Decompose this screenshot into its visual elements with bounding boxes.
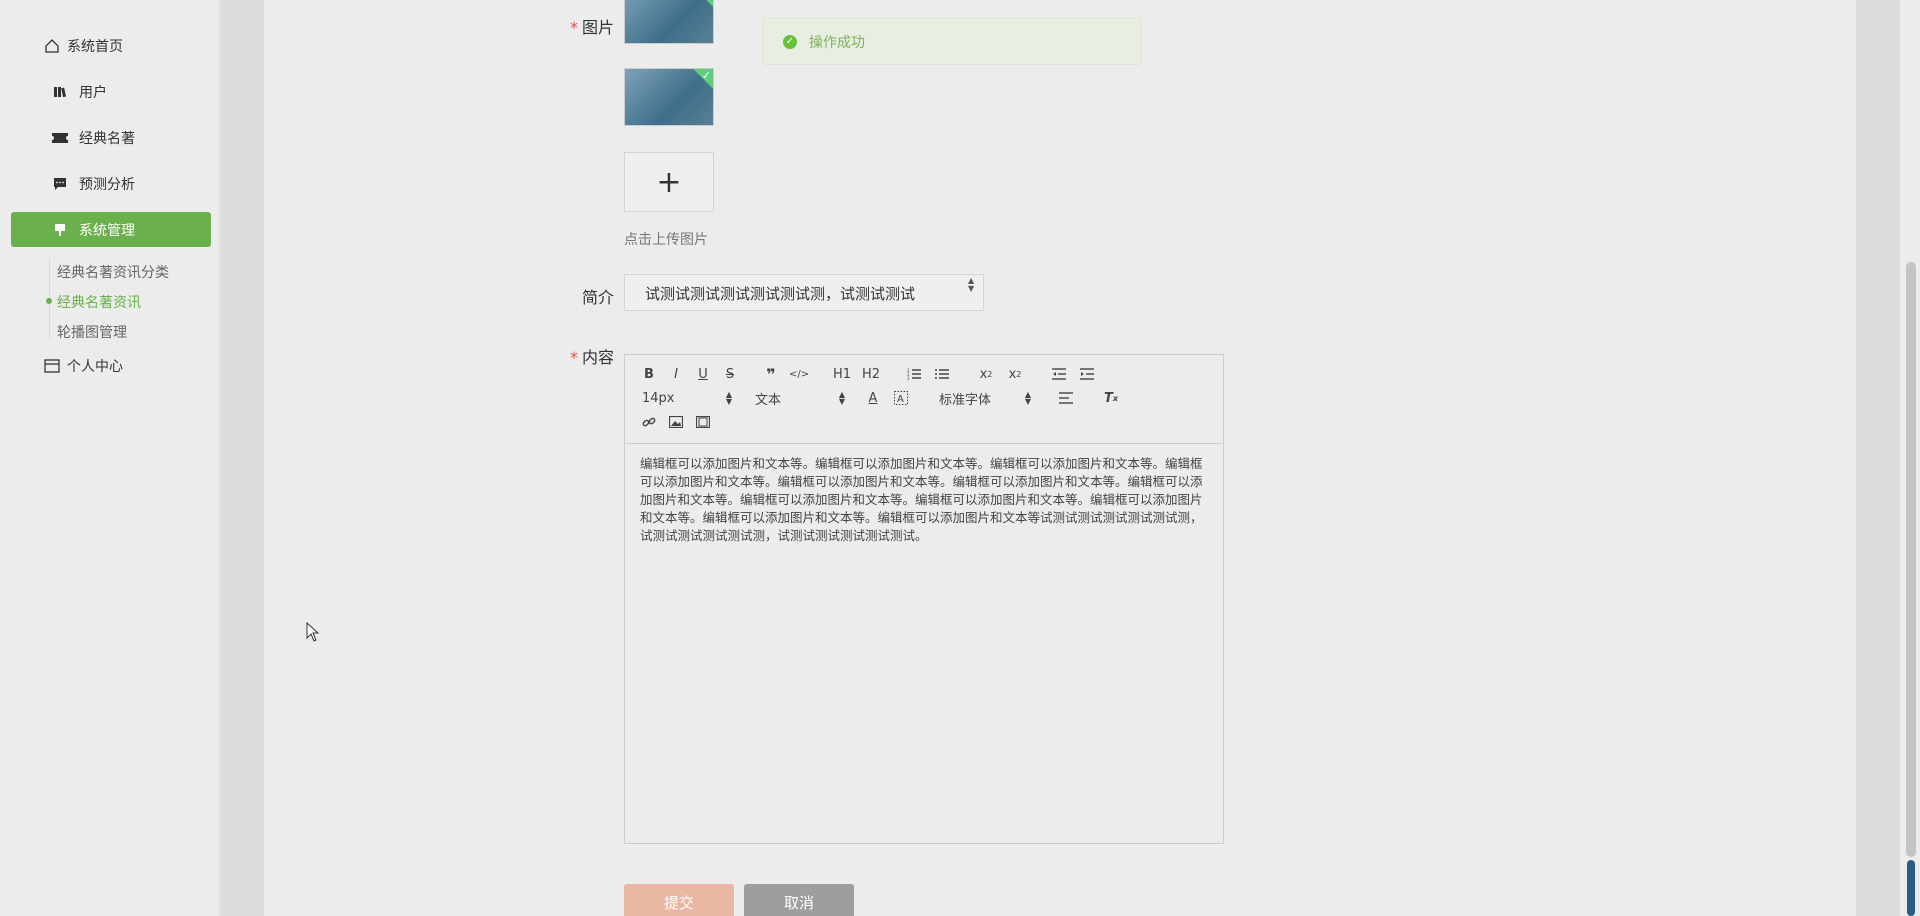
cancel-button[interactable]: 取消 [744, 884, 854, 916]
sidebar-item-label: 系统首页 [67, 38, 123, 55]
outdent-icon[interactable] [1051, 365, 1067, 383]
chat-icon [51, 175, 69, 193]
sidebar: 系统首页 用户 经典名著 预测分析 系统管理 经典名著资讯分类 经典名著资讯 轮… [0, 0, 219, 916]
content-label-text: 内容 [581, 348, 614, 367]
editor-content[interactable]: 编辑框可以添加图片和文本等。编辑框可以添加图片和文本等。编辑框可以添加图片和文本… [640, 455, 1210, 545]
rich-text-editor: B I U S ❞ </> H1 H2 123 x2 x2 14px ▲ ▼ 文本… [624, 354, 1224, 844]
link-icon[interactable] [641, 413, 657, 431]
font-size-value: 14px [642, 390, 675, 406]
ordered-list-icon[interactable]: 123 [906, 365, 922, 383]
intro-textarea[interactable]: 试测试测试测试测试测试测，试测试测试 [624, 274, 984, 311]
sidebar-item-label: 系统管理 [79, 222, 135, 239]
sidebar-item-label: 个人中心 [67, 358, 123, 375]
intro-label: 简介 [581, 288, 614, 307]
submenu-item-news[interactable]: 经典名著资讯 [57, 292, 141, 312]
upload-hint: 点击上传图片 [624, 232, 708, 248]
content-label: * 内容 [534, 344, 614, 368]
scrollbar-end [1907, 860, 1915, 916]
svg-text:3: 3 [907, 376, 910, 380]
sidebar-item-personal[interactable]: 个人中心 [11, 348, 211, 383]
sidebar-item-user[interactable]: 用户 [11, 74, 211, 109]
strike-button[interactable]: S [722, 365, 738, 383]
sidebar-item-label: 预测分析 [79, 176, 135, 193]
uploaded-corner [693, 0, 713, 7]
required-mark: * [569, 18, 578, 37]
plus-icon: + [656, 164, 682, 200]
select-arrows-icon: ▲ ▼ [1024, 390, 1031, 406]
active-dot [46, 298, 52, 304]
pin-icon [51, 221, 69, 239]
text-type-select[interactable]: 文本 ▲ ▼ [755, 389, 845, 408]
sidebar-item-label: 用户 [79, 84, 107, 101]
bold-button[interactable]: B [641, 365, 657, 383]
mouse-cursor-icon [306, 621, 320, 646]
success-icon: ✓ [783, 34, 797, 49]
submenu-item-carousel[interactable]: 轮播图管理 [57, 322, 127, 342]
required-mark: * [569, 348, 578, 367]
image-label-text: 图片 [581, 18, 614, 37]
indent-icon[interactable] [1079, 365, 1095, 383]
code-icon[interactable]: </> [789, 365, 809, 383]
sidebar-item-system[interactable]: 系统管理 [11, 212, 211, 247]
font-size-select[interactable]: 14px ▲ ▼ [642, 389, 732, 407]
textarea-spinner-icon[interactable]: ▲ ▼ [968, 277, 974, 293]
divider-strip [220, 0, 264, 916]
video-icon[interactable] [695, 413, 711, 431]
select-arrows-icon: ▲ ▼ [838, 390, 845, 406]
submit-button[interactable]: 提交 [624, 884, 734, 916]
success-toast: ✓ 操作成功 [762, 18, 1142, 65]
align-icon[interactable] [1059, 389, 1075, 407]
sidebar-item-label: 经典名著 [79, 130, 135, 147]
scrollbar-thumb[interactable] [1906, 262, 1916, 857]
font-family-select[interactable]: 标准字体 ▲ ▼ [939, 389, 1031, 408]
sidebar-item-home[interactable]: 系统首页 [11, 28, 211, 63]
font-color-icon[interactable]: A [865, 389, 881, 407]
divider-strip-right [1856, 0, 1900, 916]
svg-text:A: A [897, 394, 904, 405]
superscript-icon[interactable]: x2 [1007, 365, 1023, 383]
italic-button[interactable]: I [668, 365, 684, 383]
sidebar-item-analysis[interactable]: 预测分析 [11, 166, 211, 201]
bullet-list-icon[interactable] [934, 365, 950, 383]
text-type-value: 文本 [755, 392, 782, 408]
background-color-icon[interactable]: A [893, 389, 909, 407]
ticket-icon [51, 129, 69, 147]
underline-button[interactable]: U [695, 365, 711, 383]
image-thumbnail[interactable]: ✓ [624, 68, 714, 126]
image-thumbnail[interactable]: ✓ [624, 0, 714, 44]
font-family-value: 标准字体 [939, 392, 992, 408]
editor-toolbar: B I U S ❞ </> H1 H2 123 x2 x2 14px ▲ ▼ 文本… [625, 355, 1223, 444]
toast-message: 操作成功 [809, 34, 865, 51]
h1-button[interactable]: H1 [833, 365, 851, 383]
upload-button[interactable]: + [624, 152, 714, 212]
submenu-item-category[interactable]: 经典名著资讯分类 [57, 262, 169, 282]
subscript-icon[interactable]: x2 [978, 365, 994, 383]
h2-button[interactable]: H2 [862, 365, 880, 383]
check-icon: ✓ [701, 69, 711, 82]
book-icon [51, 83, 69, 101]
home-icon [43, 37, 61, 55]
card-icon [43, 357, 61, 375]
blockquote-icon[interactable]: ❞ [763, 365, 779, 384]
image-icon[interactable] [668, 413, 684, 431]
clear-format-icon[interactable]: Tx [1103, 389, 1119, 407]
image-label: * 图片 [534, 14, 614, 38]
select-arrows-icon: ▲ ▼ [725, 390, 732, 406]
sidebar-item-classics[interactable]: 经典名著 [11, 120, 211, 155]
